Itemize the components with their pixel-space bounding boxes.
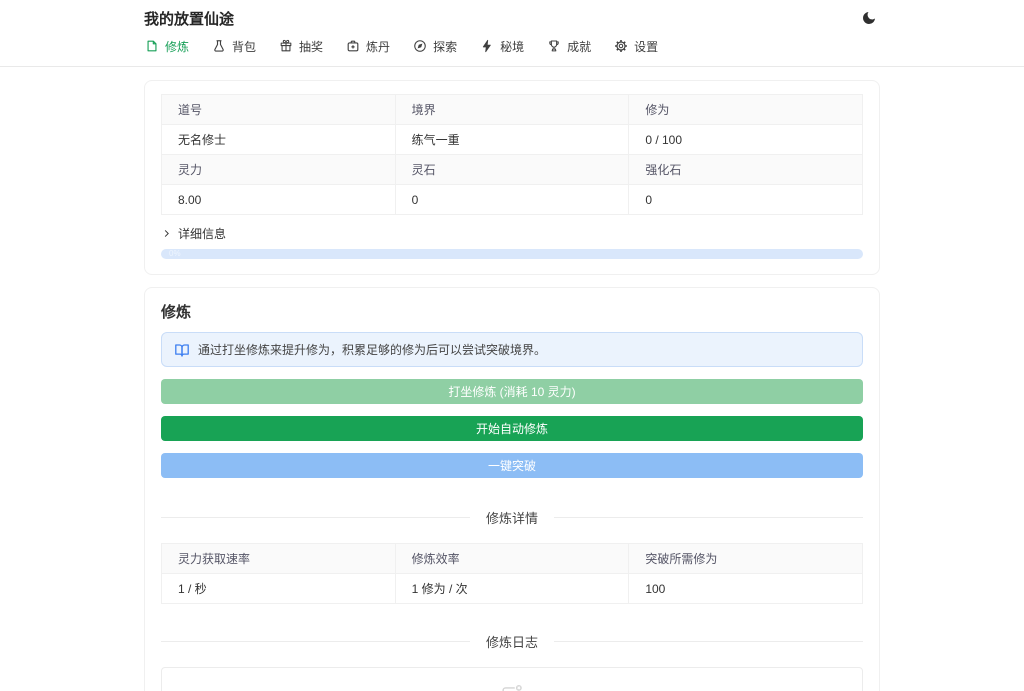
table-row: 道号 境界 修为 — [161, 94, 863, 125]
stat-value-enhance-stone: 0 — [628, 184, 863, 215]
compass-icon — [413, 39, 427, 53]
lightning-icon — [480, 39, 494, 53]
cultivation-card: 修炼 通过打坐修炼来提升修为，积累足够的修为后可以尝试突破境界。 打坐修炼 (消… — [144, 287, 880, 691]
log-empty-state: 暂无日志 — [161, 667, 863, 691]
table-row: 8.00 0 0 — [161, 184, 863, 215]
tab-label: 修炼 — [165, 39, 190, 54]
moon-icon — [861, 10, 877, 26]
tab-label: 抽奖 — [299, 39, 324, 54]
table-row: 灵力 灵石 强化石 — [161, 154, 863, 185]
tab-label: 成就 — [567, 39, 592, 54]
medicine-bag-icon — [346, 39, 360, 53]
gift-icon — [279, 39, 293, 53]
detail-value-breakthrough-req: 100 — [628, 573, 863, 604]
table-row: 无名修士 练气一重 0 / 100 — [161, 124, 863, 155]
main-content: 道号 境界 修为 无名修士 练气一重 0 / 100 灵力 灵石 强化石 8.0… — [0, 80, 1024, 691]
breakthrough-button[interactable]: 一键突破 — [161, 453, 863, 478]
open-book-icon — [174, 342, 190, 358]
tab-explore[interactable]: 探索 — [412, 36, 458, 57]
tab-settings[interactable]: 设置 — [613, 36, 659, 57]
details-toggle-label: 详细信息 — [178, 227, 227, 241]
details-toggle[interactable]: 详细信息 — [161, 223, 226, 244]
stats-table: 道号 境界 修为 无名修士 练气一重 0 / 100 灵力 灵石 强化石 8.0… — [161, 94, 863, 215]
gear-icon — [614, 39, 628, 53]
detail-header-breakthrough-req: 突破所需修为 — [628, 543, 863, 574]
tab-secret-realm[interactable]: 秘境 — [479, 36, 525, 57]
empty-inbox-icon — [499, 682, 525, 691]
tab-label: 秘境 — [500, 39, 525, 54]
section-title: 修炼 — [161, 304, 192, 321]
divider-label: 修炼日志 — [486, 635, 539, 650]
trophy-icon — [547, 39, 561, 53]
tab-alchemy[interactable]: 炼丹 — [345, 36, 391, 57]
auto-cultivate-button[interactable]: 开始自动修炼 — [161, 416, 863, 441]
tab-bar: 修炼 背包 抽奖 炼丹 探索 秘境 成就 设置 — [144, 37, 880, 66]
stat-header-enhance-stone: 强化石 — [628, 154, 863, 185]
tab-achievements[interactable]: 成就 — [546, 36, 592, 57]
table-row: 灵力获取速率 修炼效率 突破所需修为 — [161, 543, 863, 574]
detail-value-efficiency: 1 修为 / 次 — [394, 573, 630, 604]
tip-text: 通过打坐修炼来提升修为，积累足够的修为后可以尝试突破境界。 — [198, 343, 547, 357]
progress-label: 0% — [169, 249, 181, 258]
stat-value-daoname: 无名修士 — [161, 124, 396, 155]
tab-label: 炼丹 — [366, 39, 391, 54]
details-divider: 修炼详情 — [161, 508, 863, 527]
tip-banner: 通过打坐修炼来提升修为，积累足够的修为后可以尝试突破境界。 — [161, 332, 863, 367]
stat-value-spirit-power: 8.00 — [161, 184, 396, 215]
stat-value-spirit-stone: 0 — [394, 184, 630, 215]
book-icon — [145, 39, 159, 53]
stat-value-realm: 练气一重 — [394, 124, 630, 155]
app-header: 我的放置仙途 修炼 背包 抽奖 炼丹 探索 秘境 成就 设置 — [0, 0, 1024, 67]
stat-header-spirit-power: 灵力 — [161, 154, 396, 185]
stat-header-spirit-stone: 灵石 — [394, 154, 630, 185]
tab-cultivate[interactable]: 修炼 — [144, 36, 190, 57]
tab-lottery[interactable]: 抽奖 — [278, 36, 324, 57]
theme-toggle-button[interactable] — [858, 7, 880, 29]
meditate-button[interactable]: 打坐修炼 (消耗 10 灵力) — [161, 379, 863, 404]
detail-value-spirit-rate: 1 / 秒 — [161, 573, 396, 604]
tab-label: 设置 — [634, 39, 659, 54]
tab-label: 探索 — [433, 39, 458, 54]
divider-label: 修炼详情 — [486, 511, 539, 526]
table-row: 1 / 秒 1 修为 / 次 100 — [161, 573, 863, 604]
cultivation-details-table: 灵力获取速率 修炼效率 突破所需修为 1 / 秒 1 修为 / 次 100 — [161, 543, 863, 604]
stat-header-cultivation: 修为 — [628, 94, 863, 125]
chevron-right-icon — [161, 228, 172, 239]
detail-header-spirit-rate: 灵力获取速率 — [161, 543, 396, 574]
page-title: 我的放置仙途 — [144, 10, 235, 28]
tab-label: 背包 — [232, 39, 257, 54]
cultivation-progress-bar: 0% — [161, 249, 863, 259]
tab-backpack[interactable]: 背包 — [211, 36, 257, 57]
stat-header-daoname: 道号 — [161, 94, 396, 125]
stat-value-cultivation: 0 / 100 — [628, 124, 863, 155]
log-divider: 修炼日志 — [161, 632, 863, 651]
flask-icon — [212, 39, 226, 53]
stats-card: 道号 境界 修为 无名修士 练气一重 0 / 100 灵力 灵石 强化石 8.0… — [144, 80, 880, 275]
detail-header-efficiency: 修炼效率 — [394, 543, 630, 574]
stat-header-realm: 境界 — [394, 94, 630, 125]
